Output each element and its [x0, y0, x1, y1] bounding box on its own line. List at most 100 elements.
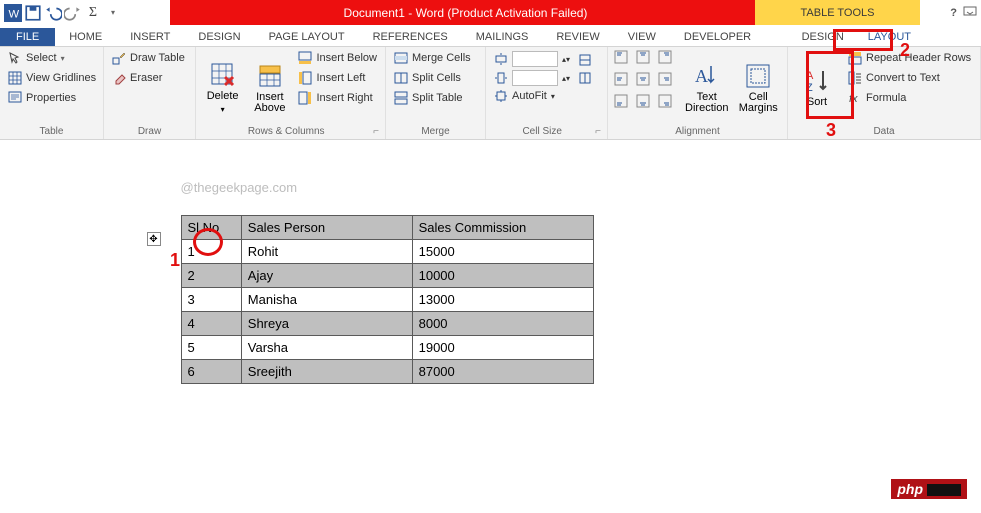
cell-commission[interactable]: 13000 [412, 288, 593, 312]
autofit-button[interactable]: AutoFit ▾ [492, 88, 572, 104]
merge-cells-button[interactable]: Merge Cells [392, 50, 473, 66]
cell-commission[interactable]: 87000 [412, 360, 593, 384]
align-bot-center-icon[interactable] [636, 94, 650, 108]
group-rows-columns: Delete▾ Insert Above Insert Below Insert… [196, 47, 386, 139]
row-height-icon [494, 52, 508, 66]
cell-person[interactable]: Manisha [241, 288, 412, 312]
split-cells-button[interactable]: Split Cells [392, 70, 473, 86]
cell-margins-label: Cell Margins [736, 92, 782, 114]
align-top-right-icon[interactable] [658, 50, 672, 64]
distribute-rows-icon[interactable] [578, 53, 592, 67]
qat-dropdown-icon[interactable]: ▾ [104, 4, 122, 22]
cell-commission[interactable]: 8000 [412, 312, 593, 336]
insert-above-label: Insert Above [249, 92, 290, 114]
tab-view[interactable]: VIEW [614, 28, 670, 46]
cell-person[interactable]: Ajay [241, 264, 412, 288]
insert-above-button[interactable]: Insert Above [249, 50, 290, 125]
cell-commission[interactable]: 15000 [412, 240, 593, 264]
gridlines-icon [8, 71, 22, 85]
tab-mailings[interactable]: MAILINGS [462, 28, 543, 46]
split-cells-icon [394, 71, 408, 85]
table-move-handle[interactable]: ✥ [147, 232, 161, 246]
cell-person[interactable]: Sreejith [241, 360, 412, 384]
insert-left-button[interactable]: Insert Left [296, 70, 379, 86]
cell-commission[interactable]: 19000 [412, 336, 593, 360]
select-button[interactable]: Select ▾ [6, 50, 98, 66]
insert-below-icon [298, 51, 312, 65]
row-height-field[interactable]: ▴▾ [492, 50, 572, 68]
table-row[interactable]: 1Rohit15000 [181, 240, 593, 264]
align-bot-right-icon[interactable] [658, 94, 672, 108]
delete-label: Delete [207, 91, 239, 102]
tab-references[interactable]: REFERENCES [359, 28, 462, 46]
cell-slno[interactable]: 2 [181, 264, 241, 288]
split-cells-label: Split Cells [412, 72, 461, 84]
save-icon[interactable] [24, 4, 42, 22]
ribbon-options-icon[interactable] [963, 6, 977, 20]
align-mid-left-icon[interactable] [614, 72, 628, 86]
align-bot-left-icon[interactable] [614, 94, 628, 108]
align-top-left-icon[interactable] [614, 50, 628, 64]
cell-slno[interactable]: 4 [181, 312, 241, 336]
cell-slno[interactable]: 3 [181, 288, 241, 312]
cell-margins-button[interactable]: Cell Margins [736, 50, 782, 125]
text-direction-button[interactable]: A Text Direction [684, 50, 730, 125]
delete-button[interactable]: Delete▾ [202, 50, 243, 125]
cell-commission[interactable]: 10000 [412, 264, 593, 288]
eraser-button[interactable]: Eraser [110, 70, 187, 86]
align-mid-right-icon[interactable] [658, 72, 672, 86]
insert-below-button[interactable]: Insert Below [296, 50, 379, 66]
convert-to-text-button[interactable]: Convert to Text [846, 70, 973, 86]
php-badge: php [891, 479, 967, 499]
cell-slno[interactable]: 6 [181, 360, 241, 384]
insert-right-button[interactable]: Insert Right [296, 90, 379, 106]
properties-button[interactable]: Properties [6, 90, 98, 106]
col-width-field[interactable]: ▴▾ [492, 69, 572, 87]
callout-1-circle [193, 228, 223, 256]
repeat-header-label: Repeat Header Rows [866, 52, 971, 64]
properties-icon [8, 91, 22, 105]
header-commission[interactable]: Sales Commission [412, 216, 593, 240]
tab-review[interactable]: REVIEW [542, 28, 613, 46]
cell-person[interactable]: Varsha [241, 336, 412, 360]
eraser-icon [112, 71, 126, 85]
convert-to-text-label: Convert to Text [866, 72, 940, 84]
view-gridlines-button[interactable]: View Gridlines [6, 70, 98, 86]
rowscols-launcher-icon[interactable]: ⌐ [370, 126, 379, 137]
tab-home[interactable]: HOME [55, 28, 116, 46]
tab-page-layout[interactable]: PAGE LAYOUT [255, 28, 359, 46]
table-row[interactable]: 2Ajay10000 [181, 264, 593, 288]
redo-icon[interactable] [64, 4, 82, 22]
table-row[interactable]: 6Sreejith87000 [181, 360, 593, 384]
callout-2-rect [833, 29, 893, 51]
pencil-icon [112, 51, 126, 65]
cell-person[interactable]: Rohit [241, 240, 412, 264]
insert-above-icon [256, 62, 284, 90]
header-person[interactable]: Sales Person [241, 216, 412, 240]
align-top-center-icon[interactable] [636, 50, 650, 64]
help-icon[interactable]: ? [950, 7, 957, 19]
table-row[interactable]: 4Shreya8000 [181, 312, 593, 336]
sigma-icon[interactable]: Σ [84, 4, 102, 22]
draw-table-button[interactable]: Draw Table [110, 50, 187, 66]
group-table-label: Table [6, 125, 97, 137]
cell-person[interactable]: Shreya [241, 312, 412, 336]
alignment-grid [614, 50, 678, 125]
cellsize-launcher-icon[interactable]: ⌐ [592, 126, 601, 137]
data-table[interactable]: Sl No Sales Person Sales Commission 1Roh… [181, 215, 594, 384]
tab-file[interactable]: FILE [0, 28, 55, 46]
cell-slno[interactable]: 5 [181, 336, 241, 360]
tab-design[interactable]: DESIGN [184, 28, 254, 46]
tab-developer[interactable]: DEVELOPER [670, 28, 765, 46]
distribute-cols-icon[interactable] [578, 71, 592, 85]
formula-button[interactable]: fxFormula [846, 90, 973, 106]
table-row[interactable]: 5Varsha19000 [181, 336, 593, 360]
group-cell-size: ▴▾ ▴▾ AutoFit ▾ Cell Size ⌐ [486, 47, 608, 139]
window-title: Document1 - Word (Product Activation Fai… [170, 0, 761, 25]
split-table-button[interactable]: Split Table [392, 90, 473, 106]
undo-icon[interactable] [44, 4, 62, 22]
align-mid-center-icon[interactable] [636, 72, 650, 86]
autofit-icon [494, 89, 508, 103]
tab-insert[interactable]: INSERT [116, 28, 184, 46]
table-row[interactable]: 3Manisha13000 [181, 288, 593, 312]
